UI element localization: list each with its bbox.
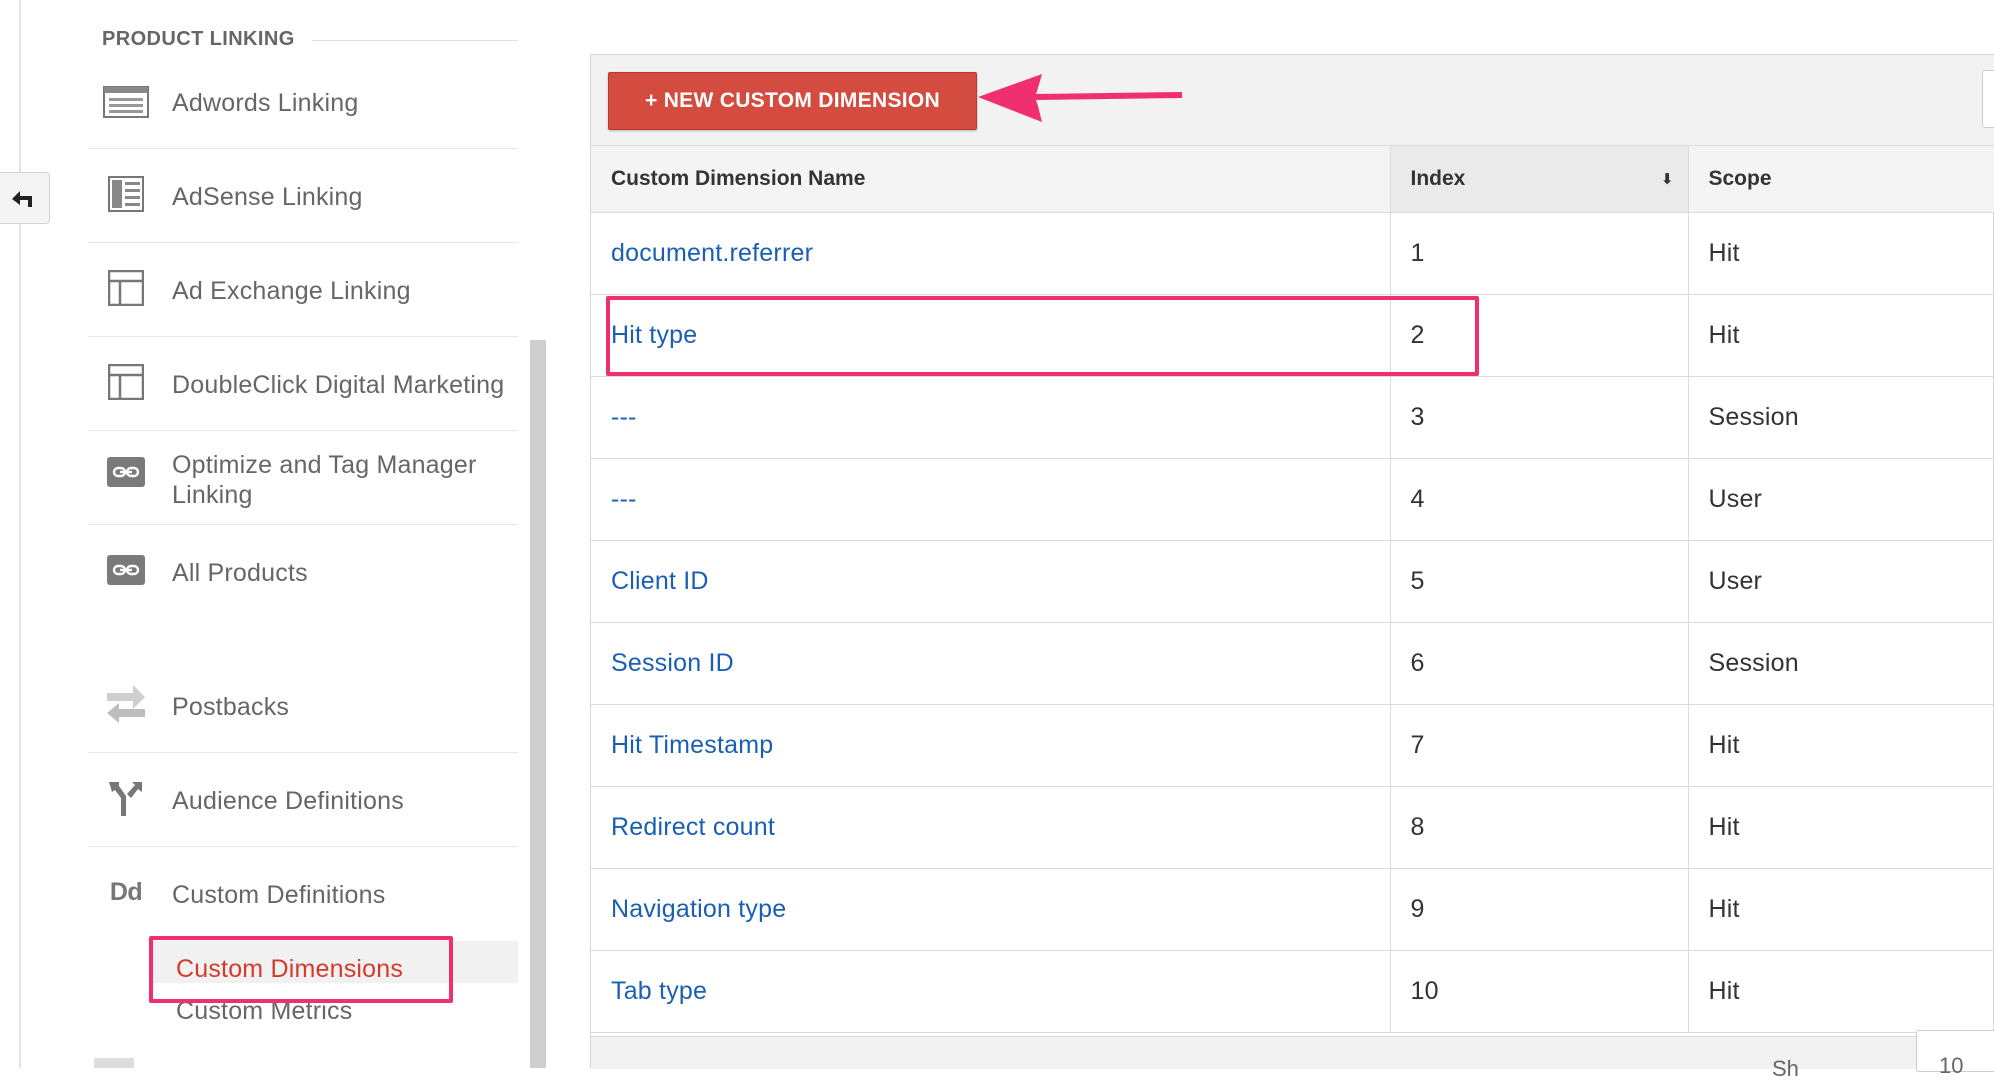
new-custom-dimension-button[interactable]: + NEW CUSTOM DIMENSION: [608, 72, 977, 130]
sidebar-item-label: Postbacks: [172, 693, 290, 721]
table-row: Hit Timestamp 7 Hit: [591, 704, 1994, 787]
dimension-index: 5: [1390, 540, 1689, 623]
highlight-box-hit-type-row: [606, 296, 1479, 376]
sidebar-divider: [88, 752, 518, 753]
sidebar-item-adsense-linking[interactable]: AdSense Linking: [88, 170, 518, 242]
dimension-index: 9: [1390, 868, 1689, 951]
sidebar-item-label: Custom Definitions: [172, 881, 386, 909]
doubleclick-icon: [102, 358, 150, 406]
dimension-index: 7: [1390, 704, 1689, 787]
dimension-index: 1: [1390, 212, 1689, 295]
table-row: Session ID 6 Session: [591, 622, 1994, 705]
show-rows-label: Sh: [1772, 1056, 1799, 1081]
audience-fork-icon: [102, 774, 150, 822]
table-row: Tab type 10 Hit: [591, 950, 1994, 1033]
back-button[interactable]: [0, 172, 50, 224]
sort-descending-icon: ⬇: [1660, 171, 1674, 188]
sidebar-item-doubleclick-digital-marketing[interactable]: DoubleClick Digital Marketing: [88, 358, 518, 430]
column-header-name[interactable]: Custom Dimension Name: [591, 146, 1391, 213]
annotation-arrow-icon: [978, 74, 1182, 122]
sidebar-scrollbar[interactable]: [530, 340, 546, 1068]
dimension-scope: Hit: [1688, 294, 1994, 377]
dimension-name-link[interactable]: ---: [611, 485, 637, 513]
table-row: Client ID 5 User: [591, 540, 1994, 623]
sidebar-divider: [88, 430, 518, 431]
dimension-scope: Session: [1688, 622, 1994, 705]
table-row: Navigation type 9 Hit: [591, 868, 1994, 951]
sidebar-item-label: All Products: [172, 559, 308, 587]
ad-exchange-icon: [102, 264, 150, 312]
rows-per-page-value: 10: [1939, 1053, 1964, 1078]
postbacks-icon: [102, 678, 150, 726]
search-box-partial[interactable]: [1982, 70, 1994, 128]
sidebar-item-label: Adwords Linking: [172, 89, 359, 117]
sidebar-item-adwords-linking[interactable]: Adwords Linking: [88, 76, 518, 148]
sidebar-item-custom-definitions[interactable]: Dd Custom Definitions: [88, 868, 518, 928]
column-header-index[interactable]: Index ⬇: [1390, 146, 1689, 213]
sidebar-divider: [88, 242, 518, 243]
dimension-index: 8: [1390, 786, 1689, 869]
dimension-name-link[interactable]: document.referrer: [611, 239, 813, 267]
dimension-scope: Hit: [1688, 212, 1994, 295]
section-divider: [312, 40, 518, 41]
dimension-scope: User: [1688, 458, 1994, 541]
sidebar-item-label: Audience Definitions: [172, 787, 404, 815]
adwords-icon: [102, 78, 150, 126]
sidebar-item-all-products[interactable]: All Products: [88, 546, 518, 606]
back-arrow-icon: [11, 191, 32, 207]
sidebar-item-optimize-tag-manager-linking[interactable]: Optimize and Tag Manager Linking: [88, 448, 518, 524]
dimension-name-link[interactable]: Session ID: [611, 649, 734, 677]
dimension-name-link[interactable]: Redirect count: [611, 813, 775, 841]
sidebar-divider: [88, 524, 518, 525]
dimension-scope: Hit: [1688, 950, 1994, 1033]
table-row: document.referrer 1 Hit: [591, 212, 1994, 295]
dimension-name-link[interactable]: Hit Timestamp: [611, 731, 773, 759]
dimension-index: 10: [1390, 950, 1689, 1033]
dimension-scope: Hit: [1688, 786, 1994, 869]
sidebar-item-label: AdSense Linking: [172, 183, 363, 211]
sidebar-divider: [88, 846, 518, 847]
table-row: --- 4 User: [591, 458, 1994, 541]
link-icon: [102, 448, 150, 496]
dimension-scope: Session: [1688, 376, 1994, 459]
next-item-icon-partial: [94, 1058, 134, 1068]
left-rail-line: [19, 0, 21, 1068]
sidebar-item-ad-exchange-linking[interactable]: Ad Exchange Linking: [88, 264, 518, 336]
column-header-scope[interactable]: Scope: [1688, 146, 1994, 213]
sidebar-item-label: Optimize and Tag Manager Linking: [172, 451, 477, 509]
table-row: Redirect count 8 Hit: [591, 786, 1994, 869]
highlight-box-custom-dimensions: [149, 936, 453, 1003]
custom-dimensions-table: Custom Dimension Name Index ⬇ Scope docum…: [591, 146, 1994, 1033]
table-header-row: Custom Dimension Name Index ⬇ Scope: [591, 146, 1994, 213]
dimension-name-link[interactable]: Tab type: [611, 977, 707, 1005]
column-header-label: Custom Dimension Name: [611, 167, 866, 190]
dimension-scope: Hit: [1688, 704, 1994, 787]
dd-icon: Dd: [109, 877, 143, 906]
dimension-name-link[interactable]: Navigation type: [611, 895, 786, 923]
sidebar-item-label: Ad Exchange Linking: [172, 277, 411, 305]
sidebar-item-audience-definitions[interactable]: Audience Definitions: [88, 774, 518, 846]
dimension-name-link[interactable]: ---: [611, 403, 637, 431]
link-icon: [102, 546, 150, 594]
dimension-scope: Hit: [1688, 868, 1994, 951]
adsense-icon: [102, 170, 150, 218]
table-row: --- 3 Session: [591, 376, 1994, 459]
dimension-name-link[interactable]: Client ID: [611, 567, 709, 595]
sidebar-item-postbacks[interactable]: Postbacks: [88, 678, 518, 750]
dimension-index: 6: [1390, 622, 1689, 705]
column-header-label: Index: [1410, 167, 1466, 190]
dimension-index: 4: [1390, 458, 1689, 541]
sidebar-item-label: DoubleClick Digital Marketing: [172, 371, 505, 399]
sidebar-divider: [88, 148, 518, 149]
section-title-product-linking: PRODUCT LINKING: [102, 28, 295, 50]
sidebar-divider: [88, 336, 518, 337]
column-header-label: Scope: [1708, 167, 1772, 190]
dimension-scope: User: [1688, 540, 1994, 623]
rows-per-page-select[interactable]: 10: [1916, 1030, 1994, 1078]
dimension-index: 3: [1390, 376, 1689, 459]
